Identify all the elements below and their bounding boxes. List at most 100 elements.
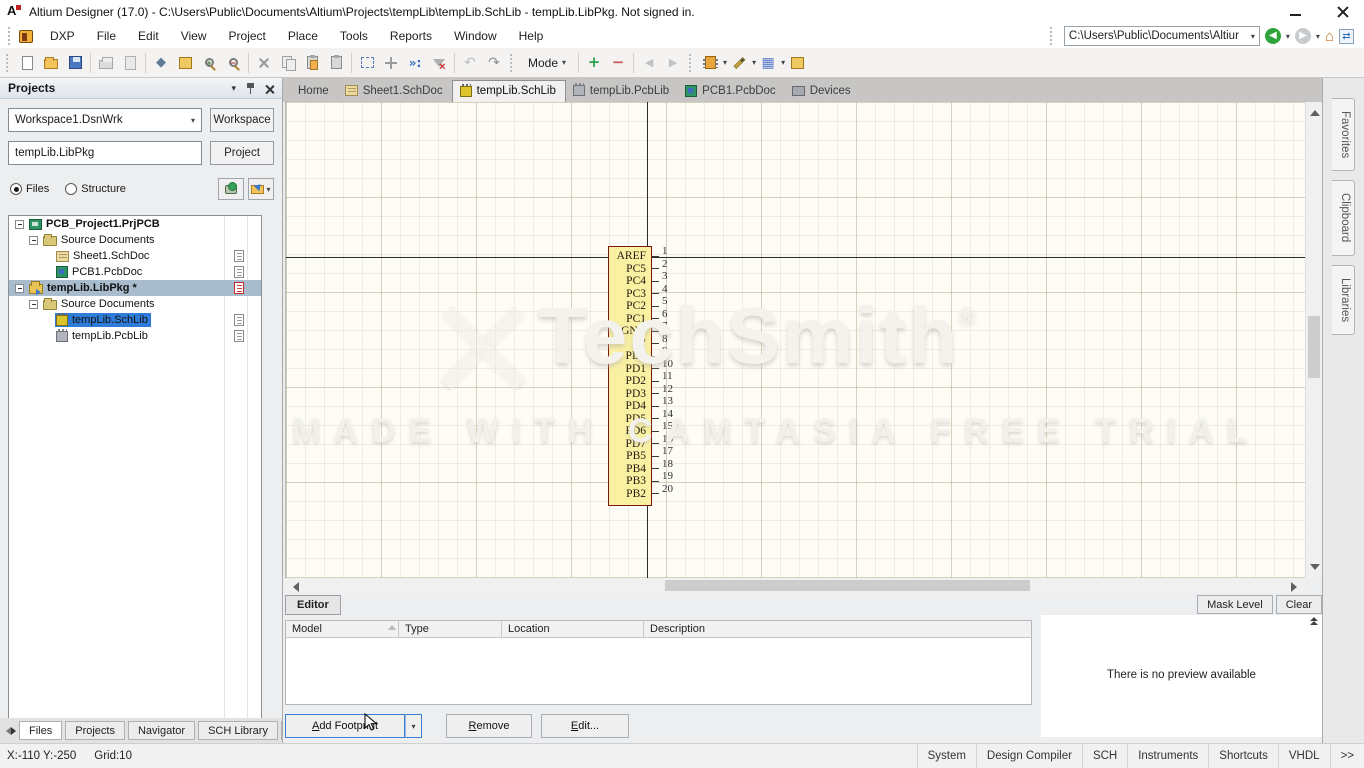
- mask-level-button[interactable]: Mask Level: [1197, 595, 1273, 614]
- component-pin[interactable]: PC2 5: [609, 300, 689, 313]
- menu-item[interactable]: Help: [508, 26, 555, 46]
- 3d-view-button[interactable]: ◆: [149, 51, 173, 75]
- project-field[interactable]: tempLib.LibPkg: [8, 141, 202, 165]
- tree-row[interactable]: tempLib.SchLib: [9, 312, 261, 328]
- new-document-button[interactable]: [15, 51, 39, 75]
- zoom-in-button[interactable]: +: [197, 51, 221, 75]
- chevron-down-icon[interactable]: ▾: [1251, 32, 1255, 41]
- toolbar-grip[interactable]: [8, 27, 13, 45]
- table-column-header[interactable]: Location: [502, 621, 644, 637]
- component-pin[interactable]: PD4 13: [609, 400, 689, 413]
- component-pin[interactable]: AREF 1: [609, 250, 689, 263]
- collapse-icon[interactable]: [29, 236, 38, 245]
- scroll-left-icon[interactable]: [293, 582, 299, 592]
- refresh-icon[interactable]: ⇄: [1339, 29, 1354, 44]
- add-footprint-button[interactable]: Add Footprint: [285, 714, 405, 738]
- chevron-down-icon[interactable]: ▾: [266, 185, 270, 194]
- close-button[interactable]: [1336, 5, 1350, 19]
- component-pin[interactable]: PD6 15: [609, 425, 689, 438]
- status-bar-button[interactable]: System: [917, 744, 976, 768]
- toolbar-grip[interactable]: [510, 54, 515, 72]
- paste-button[interactable]: [300, 51, 324, 75]
- save-button[interactable]: [63, 51, 87, 75]
- vertical-scrollbar[interactable]: [1305, 102, 1321, 578]
- address-grip[interactable]: [1050, 27, 1055, 45]
- scroll-down-icon[interactable]: [1310, 564, 1320, 570]
- component-pin[interactable]: PB5 17: [609, 450, 689, 463]
- cut-button[interactable]: [252, 51, 276, 75]
- menu-item[interactable]: Project: [218, 26, 277, 46]
- menu-item[interactable]: Reports: [379, 26, 443, 46]
- workspace-button[interactable]: Workspace: [210, 108, 274, 132]
- print-button[interactable]: [94, 51, 118, 75]
- component-pin[interactable]: PB2 20: [609, 488, 689, 501]
- menu-item[interactable]: Tools: [329, 26, 379, 46]
- select-area-button[interactable]: [355, 51, 379, 75]
- menu-item[interactable]: View: [170, 26, 218, 46]
- status-bar-button[interactable]: Design Compiler: [976, 744, 1082, 768]
- open-project-button[interactable]: ▾: [248, 178, 274, 200]
- zoom-out-button[interactable]: −: [221, 51, 245, 75]
- print-preview-button[interactable]: [118, 51, 142, 75]
- edit-button[interactable]: Edit...: [541, 714, 629, 738]
- menu-item[interactable]: Place: [277, 26, 329, 46]
- add-mode-button[interactable]: +: [582, 51, 606, 75]
- clear-filter-button[interactable]: [427, 51, 451, 75]
- panel-menu-icon[interactable]: ▾: [231, 83, 236, 94]
- component-pin[interactable]: PC5 2: [609, 263, 689, 276]
- component-pin[interactable]: PC1 6: [609, 313, 689, 326]
- tree-row[interactable]: Source Documents: [9, 232, 261, 248]
- component-pin[interactable]: PD5 14: [609, 413, 689, 426]
- prev-part-button[interactable]: ◀: [637, 51, 661, 75]
- component-pin[interactable]: 5V 8: [609, 338, 689, 351]
- collapse-preview-icon[interactable]: [1310, 619, 1318, 627]
- document-tab[interactable]: Home: [286, 80, 338, 102]
- side-panel-tab[interactable]: Libraries: [1332, 265, 1355, 335]
- status-bar-button[interactable]: Shortcuts: [1208, 744, 1278, 768]
- tree-row[interactable]: PCB_Project1.PrjPCB: [9, 216, 261, 232]
- files-radio[interactable]: Files: [10, 183, 49, 195]
- status-bar-button[interactable]: VHDL: [1278, 744, 1330, 768]
- redo-button[interactable]: ↷: [482, 51, 506, 75]
- vertical-scroll-thumb[interactable]: [1308, 316, 1320, 378]
- side-panel-tab[interactable]: Clipboard: [1332, 180, 1355, 255]
- model-table[interactable]: Model Type Location Description: [285, 620, 1032, 705]
- horizontal-scrollbar[interactable]: [285, 578, 1305, 593]
- document-tab[interactable]: tempLib.SchLib: [452, 80, 566, 102]
- menu-item[interactable]: Edit: [127, 26, 170, 46]
- move-button[interactable]: [379, 51, 403, 75]
- component-pin[interactable]: PC4 3: [609, 275, 689, 288]
- remove-button[interactable]: Remove: [446, 714, 532, 738]
- toolbar-grip[interactable]: [689, 54, 694, 72]
- collapse-icon[interactable]: [29, 300, 38, 309]
- address-combo[interactable]: C:\Users\Public\Documents\Altiur ▾: [1064, 26, 1260, 46]
- workspace-panels-button[interactable]: [173, 51, 197, 75]
- toolbar-grip[interactable]: [6, 54, 11, 72]
- component-pin[interactable]: PD0 9: [609, 350, 689, 363]
- document-tab[interactable]: tempLib.PcbLib: [566, 80, 678, 102]
- add-footprint-dropdown[interactable]: ▾: [405, 714, 422, 738]
- close-panel-icon[interactable]: [265, 84, 274, 93]
- component-pin[interactable]: PD3 12: [609, 388, 689, 401]
- minimize-button[interactable]: [1290, 6, 1302, 18]
- open-button[interactable]: [39, 51, 63, 75]
- cross-probe-button[interactable]: »:: [403, 51, 427, 75]
- component-pin[interactable]: GND 7: [609, 325, 689, 338]
- remove-mode-button[interactable]: −: [606, 51, 630, 75]
- component-pin[interactable]: PB4 18: [609, 463, 689, 476]
- panel-tab[interactable]: SCH Library: [198, 721, 278, 740]
- tree-row[interactable]: Source Documents: [9, 296, 261, 312]
- collapse-icon[interactable]: [15, 284, 24, 293]
- component-pin[interactable]: PD1 10: [609, 363, 689, 376]
- drawing-tools-button[interactable]: [727, 51, 751, 75]
- scroll-right-icon[interactable]: [1291, 582, 1297, 592]
- menu-item[interactable]: File: [86, 26, 127, 46]
- back-button[interactable]: ◀: [1265, 28, 1281, 44]
- copy-button[interactable]: [276, 51, 300, 75]
- sort-ascending-icon[interactable]: [388, 625, 396, 630]
- clear-button[interactable]: Clear: [1276, 595, 1322, 614]
- editor-tab[interactable]: Editor: [285, 595, 341, 615]
- collapse-icon[interactable]: [15, 220, 24, 229]
- next-part-button[interactable]: ▶: [661, 51, 685, 75]
- paste-array-button[interactable]: [324, 51, 348, 75]
